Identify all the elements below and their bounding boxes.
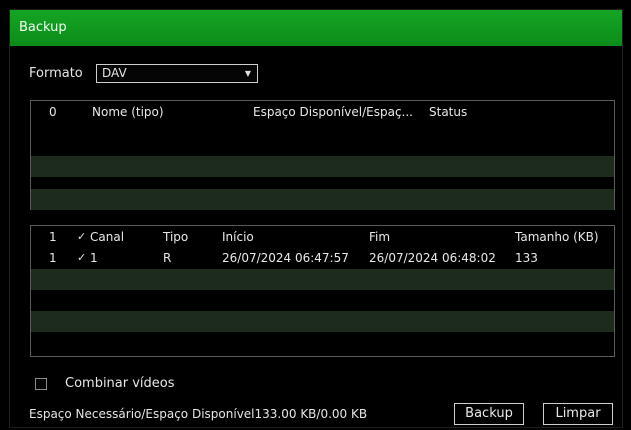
table-row[interactable]: 1 ✓ 1 R 26/07/2024 06:47:57 26/07/2024 0… [31, 248, 614, 269]
records-col-index: 1 [49, 230, 57, 244]
table-row[interactable] [31, 332, 614, 353]
backup-window: Backup Formato DAV ▼ 0 Nome (tipo) Espaç… [9, 9, 623, 428]
window-title: Backup [19, 20, 67, 35]
records-col-start: Início [222, 230, 254, 244]
combine-videos-label: Combinar vídeos [65, 376, 175, 391]
format-value: DAV [102, 66, 127, 80]
row-size: 133 [515, 251, 538, 265]
row-type: R [163, 251, 172, 265]
files-col-name: Nome (tipo) [92, 105, 164, 119]
files-col-space: Espaço Disponível/Espaç... [253, 105, 413, 119]
files-col-index: 0 [49, 105, 57, 119]
row-channel: 1 [90, 251, 98, 265]
format-label: Formato [29, 66, 83, 81]
combine-videos-checkbox[interactable] [35, 378, 47, 390]
files-row[interactable] [31, 189, 614, 210]
row-index: 1 [49, 251, 57, 265]
records-table: 1 ✓ Canal Tipo Início Fim Tamanho (KB) 1… [30, 225, 615, 357]
records-col-type: Tipo [163, 230, 189, 244]
table-row[interactable] [31, 290, 614, 311]
chevron-down-icon: ▼ [244, 69, 251, 78]
table-row[interactable] [31, 269, 614, 290]
files-row[interactable] [31, 156, 614, 177]
select-all-check-icon[interactable]: ✓ [77, 226, 86, 248]
clear-button[interactable]: Limpar [543, 403, 613, 425]
table-row[interactable] [31, 311, 614, 332]
row-end: 26/07/2024 06:48:02 [369, 251, 496, 265]
files-table: 0 Nome (tipo) Espaço Disponível/Espaç...… [30, 100, 615, 210]
title-bar: Backup [10, 10, 622, 46]
format-select[interactable]: DAV ▼ [96, 64, 258, 83]
space-required-text: Espaço Necessário/Espaço Disponível133.0… [29, 407, 368, 421]
backup-button[interactable]: Backup [454, 403, 524, 425]
row-check-icon[interactable]: ✓ [77, 251, 86, 264]
records-col-channel: Canal [90, 230, 125, 244]
records-table-header: 1 ✓ Canal Tipo Início Fim Tamanho (KB) [31, 226, 614, 248]
files-col-status: Status [429, 105, 468, 119]
records-col-end: Fim [369, 230, 391, 244]
files-table-header: 0 Nome (tipo) Espaço Disponível/Espaç...… [31, 101, 614, 123]
row-start: 26/07/2024 06:47:57 [222, 251, 349, 265]
records-col-size: Tamanho (KB) [515, 230, 599, 244]
